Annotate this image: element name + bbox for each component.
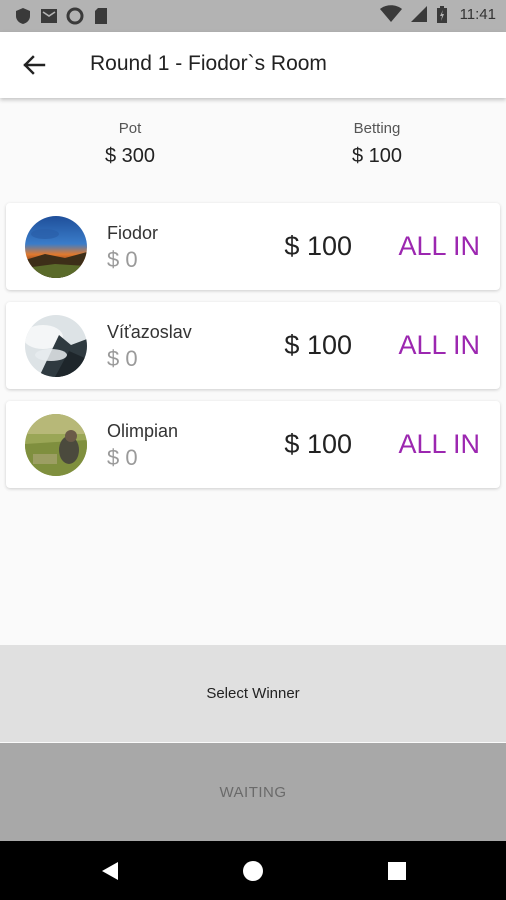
player-chips: $ 0 (107, 445, 138, 470)
round-summary: Pot $ 300 Betting $ 100 (0, 120, 506, 180)
waiting-button[interactable]: WAITING (0, 743, 506, 841)
select-winner-button[interactable]: Select Winner (0, 645, 506, 742)
betting-summary: Betting $ 100 (297, 120, 457, 168)
nav-home-button[interactable] (241, 859, 265, 883)
player-card-vitazoslav[interactable]: Víťazoslav $ 0 $ 100 ALL IN (6, 302, 500, 389)
player-card-olimpian[interactable]: Olimpian $ 0 $ 100 ALL IN (6, 401, 500, 488)
navigation-bar (0, 841, 506, 900)
player-bet: $ 100 (284, 429, 352, 459)
avatar (25, 216, 87, 278)
arrow-left-icon (23, 55, 46, 75)
avatar (25, 315, 87, 377)
player-name: Fiodor (107, 223, 159, 243)
player-status: ALL IN (398, 330, 480, 360)
screen: 11:41 Round 1 - Fiodor`s Room Pot $ 300 … (0, 0, 506, 900)
betting-value: $ 100 (351, 145, 403, 167)
player-status: ALL IN (398, 231, 480, 261)
mail-icon (40, 7, 58, 25)
player-name: Víťazoslav (107, 322, 192, 342)
foggy-mountain-image (25, 315, 87, 377)
signal-icon (410, 5, 428, 23)
back-button[interactable] (20, 51, 48, 79)
player-bet: $ 100 (284, 231, 352, 261)
back-triangle-icon (102, 862, 118, 880)
wifi-icon (379, 5, 402, 23)
page-title: Round 1 - Fiodor`s Room (90, 52, 327, 75)
avatar (25, 414, 87, 476)
sunset-landscape-image (25, 216, 87, 278)
recents-square-icon (388, 862, 406, 880)
player-status: ALL IN (398, 429, 480, 459)
player-chips: $ 0 (107, 346, 138, 371)
pot-value: $ 300 (104, 145, 156, 167)
player-chips: $ 0 (107, 247, 138, 272)
player-card-fiodor[interactable]: Fiodor $ 0 $ 100 ALL IN (6, 203, 500, 290)
status-icons-left (14, 7, 110, 25)
player-bet: $ 100 (284, 330, 352, 360)
status-bar: 11:41 (0, 0, 506, 32)
status-icons-right: 11:41 (379, 5, 496, 23)
nav-recents-button[interactable] (385, 859, 409, 883)
app-bar: Round 1 - Fiodor`s Room (0, 32, 506, 98)
nav-back-button[interactable] (98, 859, 122, 883)
clock: 11:41 (459, 5, 496, 23)
home-circle-icon (243, 861, 263, 881)
sd-card-icon (92, 7, 110, 25)
betting-label: Betting (353, 120, 401, 137)
player-name: Olimpian (107, 421, 179, 441)
battery-icon (436, 5, 448, 23)
pot-summary: Pot $ 300 (50, 120, 210, 168)
shield-icon (14, 7, 32, 25)
pot-label: Pot (118, 120, 142, 137)
circle-icon (66, 7, 84, 25)
field-photo-image (25, 414, 87, 476)
